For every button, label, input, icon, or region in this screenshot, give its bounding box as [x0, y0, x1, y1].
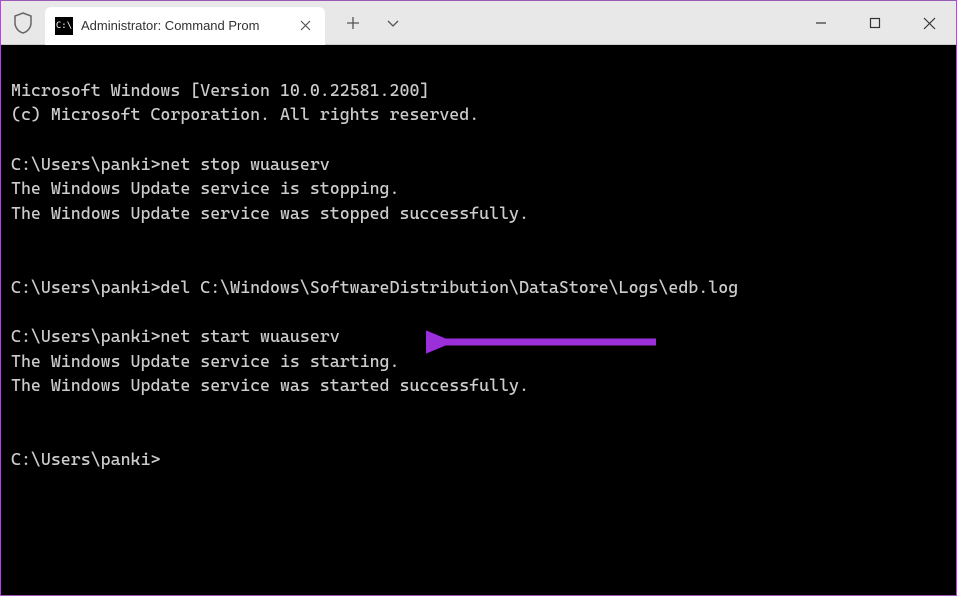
- terminal-line: Microsoft Windows [Version 10.0.22581.20…: [11, 80, 429, 100]
- terminal-line: The Windows Update service is starting.: [11, 351, 399, 371]
- window-controls: [794, 1, 956, 44]
- terminal-line: The Windows Update service was started s…: [11, 375, 529, 395]
- titlebar: C:\ Administrator: Command Prom: [1, 1, 956, 45]
- terminal-line: C:\Users\panki>net stop wuauserv: [11, 154, 330, 174]
- terminal-line: C:\Users\panki>net start wuauserv: [11, 326, 340, 346]
- titlebar-drag-region[interactable]: [403, 1, 794, 44]
- titlebar-actions: [325, 1, 403, 44]
- tab-close-button[interactable]: [295, 16, 315, 36]
- new-tab-button[interactable]: [343, 13, 363, 33]
- close-button[interactable]: [902, 1, 956, 45]
- terminal-line: C:\Users\panki>del C:\Windows\SoftwareDi…: [11, 277, 738, 297]
- shield-icon: [9, 9, 37, 37]
- titlebar-left: C:\ Administrator: Command Prom: [1, 1, 325, 44]
- cmd-icon: C:\: [55, 17, 73, 35]
- terminal-line: C:\Users\panki>: [11, 449, 160, 469]
- minimize-button[interactable]: [794, 1, 848, 45]
- tab-active[interactable]: C:\ Administrator: Command Prom: [45, 7, 325, 45]
- tab-title: Administrator: Command Prom: [81, 18, 287, 33]
- terminal-line: The Windows Update service was stopped s…: [11, 203, 529, 223]
- terminal-output[interactable]: Microsoft Windows [Version 10.0.22581.20…: [1, 45, 956, 595]
- terminal-line: The Windows Update service is stopping.: [11, 178, 399, 198]
- maximize-button[interactable]: [848, 1, 902, 45]
- dropdown-button[interactable]: [383, 13, 403, 33]
- terminal-line: (c) Microsoft Corporation. All rights re…: [11, 104, 479, 124]
